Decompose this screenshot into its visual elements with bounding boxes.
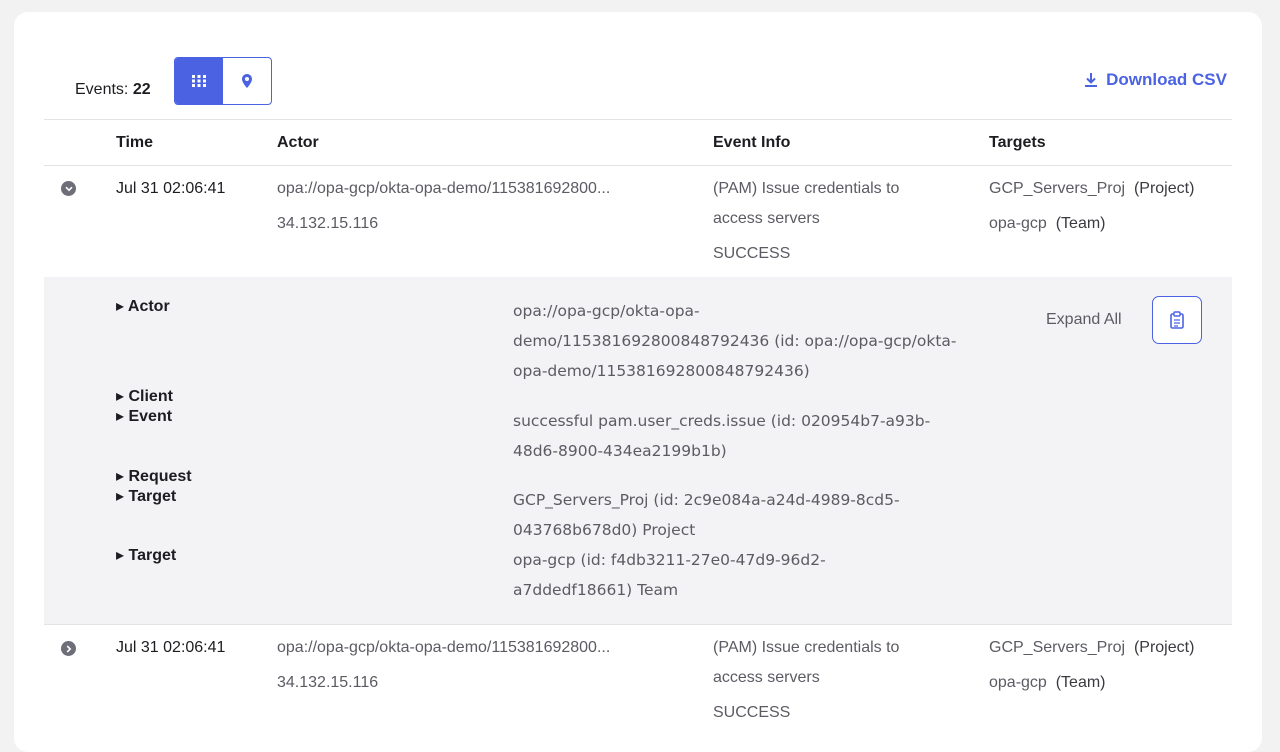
download-icon xyxy=(1085,73,1098,87)
tree-label: Client xyxy=(128,388,173,405)
download-csv-button[interactable]: Download CSV xyxy=(1084,70,1227,90)
tree-label: Request xyxy=(128,468,192,485)
row-toggle-button[interactable] xyxy=(61,641,76,656)
row-event-status: SUCCESS xyxy=(713,704,791,721)
column-header-actor[interactable]: Actor xyxy=(277,134,319,152)
row-event-line1: (PAM) Issue credentials to xyxy=(713,639,900,656)
target-name[interactable]: GCP_Servers_Proj xyxy=(989,639,1125,656)
detail-line: opa://opa-gcp/okta-opa- xyxy=(513,302,700,320)
events-count: 22 xyxy=(132,81,151,98)
grid-icon xyxy=(192,75,206,87)
grid-view-button[interactable] xyxy=(175,58,223,104)
actor-detail: opa://opa-gcp/okta-opa- demo/11538169280… xyxy=(513,296,1003,386)
chevron-down-icon xyxy=(64,186,73,191)
events-count-label: Events: 22 xyxy=(75,81,151,99)
target-type: (Project) xyxy=(1133,180,1195,197)
row-event-line2: access servers xyxy=(713,210,820,227)
divider xyxy=(44,624,1232,625)
copy-button[interactable] xyxy=(1152,296,1202,344)
row-actor-ip: 34.132.15.116 xyxy=(277,674,379,691)
events-prefix: Events: xyxy=(75,81,133,98)
tree-node-target[interactable]: ▸ Target xyxy=(116,486,176,506)
row-target-1: GCP_Servers_Proj (Project) xyxy=(989,633,1194,663)
row-target-1: GCP_Servers_Proj (Project) xyxy=(989,174,1194,204)
target-type: (Project) xyxy=(1133,639,1195,656)
detail-line: successful pam.user_creds.issue (id: 020… xyxy=(513,412,931,430)
expand-all-button[interactable]: Expand All xyxy=(1046,311,1122,329)
row-toggle-button[interactable] xyxy=(61,181,76,196)
location-pin-icon xyxy=(242,74,252,88)
view-toggle xyxy=(174,57,272,105)
column-header-time[interactable]: Time xyxy=(116,134,153,152)
events-card: Events: 22 Download CSV Time Actor Event… xyxy=(14,12,1262,752)
detail-line: opa-gcp (id: f4db3211-27e0-47d9-96d2- xyxy=(513,551,826,569)
detail-line: a7ddedf18661) Team xyxy=(513,581,679,599)
row-target-2: opa-gcp (Team) xyxy=(989,668,1106,698)
tree-node-client[interactable]: ▸ Client xyxy=(116,386,173,406)
divider xyxy=(44,165,1232,166)
target-name[interactable]: opa-gcp xyxy=(989,215,1047,232)
event-detail: successful pam.user_creds.issue (id: 020… xyxy=(513,406,1003,466)
tree-node-target[interactable]: ▸ Target xyxy=(116,545,176,565)
row-actor[interactable]: opa://opa-gcp/okta-opa-demo/115381692800… xyxy=(277,174,610,204)
target-detail-2: opa-gcp (id: f4db3211-27e0-47d9-96d2- a7… xyxy=(513,545,1003,605)
row-actor[interactable]: opa://opa-gcp/okta-opa-demo/115381692800… xyxy=(277,633,610,663)
tree-label: Event xyxy=(128,408,173,425)
map-view-button[interactable] xyxy=(223,58,271,104)
clipboard-icon xyxy=(1170,311,1184,329)
target-type: (Team) xyxy=(1055,215,1106,232)
row-time: Jul 31 02:06:41 xyxy=(116,639,226,656)
detail-line: 48d6-8900-434ea2199b1b) xyxy=(513,442,727,460)
tree-label: Target xyxy=(128,488,177,505)
tree-label: Target xyxy=(128,547,177,564)
row-event-status: SUCCESS xyxy=(713,245,791,262)
row-event-line1: (PAM) Issue credentials to xyxy=(713,180,900,197)
detail-line: 043768b678d0) Project xyxy=(513,521,696,539)
divider xyxy=(44,119,1232,120)
tree-node-event[interactable]: ▸ Event xyxy=(116,406,172,426)
row-target-2: opa-gcp (Team) xyxy=(989,209,1106,239)
target-type: (Team) xyxy=(1055,674,1106,691)
download-csv-label: Download CSV xyxy=(1106,70,1227,89)
column-header-event-info[interactable]: Event Info xyxy=(713,134,790,152)
column-header-targets[interactable]: Targets xyxy=(989,134,1046,152)
target-detail-1: GCP_Servers_Proj (id: 2c9e084a-a24d-4989… xyxy=(513,485,1003,545)
row-actor-ip: 34.132.15.116 xyxy=(277,215,379,232)
tree-node-actor[interactable]: ▸ Actor xyxy=(116,296,170,316)
row-time: Jul 31 02:06:41 xyxy=(116,180,226,197)
chevron-right-icon xyxy=(66,644,71,653)
tree-label: Actor xyxy=(127,298,170,315)
target-name[interactable]: opa-gcp xyxy=(989,674,1047,691)
target-name[interactable]: GCP_Servers_Proj xyxy=(989,180,1125,197)
detail-line: demo/115381692800848792436 (id: opa://op… xyxy=(513,332,957,350)
tree-node-request[interactable]: ▸ Request xyxy=(116,466,192,486)
detail-line: opa-demo/115381692800848792436) xyxy=(513,362,810,380)
detail-line: GCP_Servers_Proj (id: 2c9e084a-a24d-4989… xyxy=(513,491,900,509)
row-event-line2: access servers xyxy=(713,669,820,686)
